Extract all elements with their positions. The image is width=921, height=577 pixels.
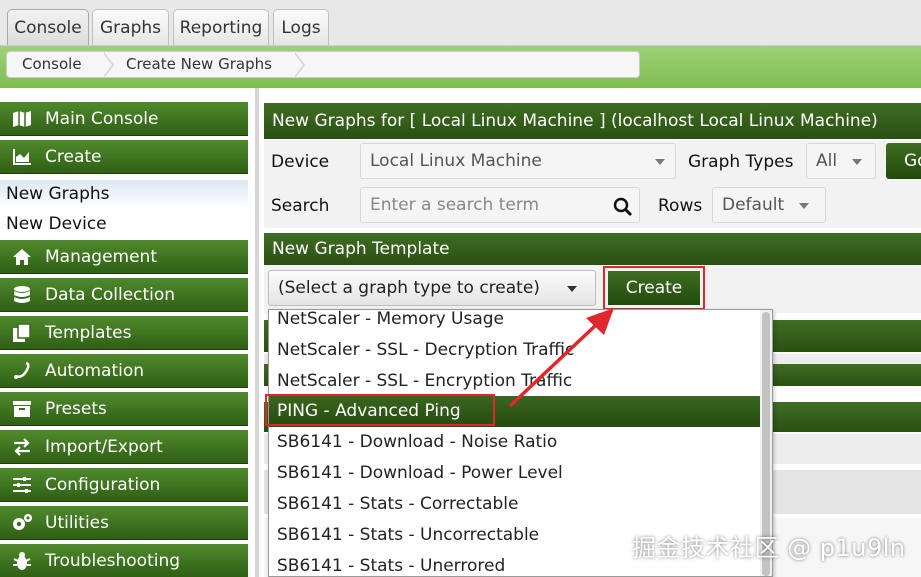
annotation-arrow-icon (508, 308, 614, 408)
watermark: 掘金技术社区 @ p1u9ln (632, 534, 906, 562)
